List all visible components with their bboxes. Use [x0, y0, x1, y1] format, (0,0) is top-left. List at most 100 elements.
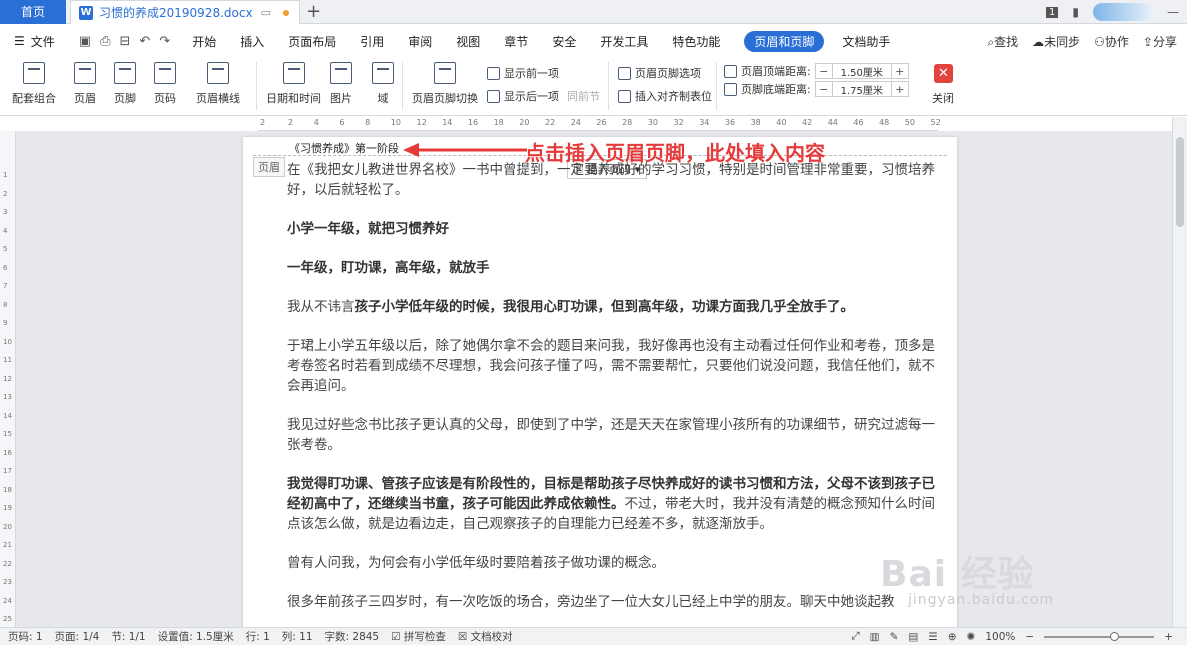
share-button[interactable]: ⇪分享 [1143, 33, 1177, 50]
field-button[interactable]: 域 [372, 62, 394, 106]
prev-icon [487, 66, 500, 80]
ruler-tick: 4 [3, 226, 8, 235]
zoom-slider[interactable] [1044, 631, 1155, 641]
header-line-button[interactable]: 页眉横线 [196, 62, 240, 106]
preview-icon[interactable]: ⊟ [119, 34, 130, 49]
footer-button[interactable]: 页脚 [114, 62, 136, 106]
document-tab[interactable]: W 习惯的养成20190928.docx ▭ [70, 0, 300, 24]
footer-bottom-distance-stepper[interactable]: −1.75厘米 + [814, 81, 909, 97]
ruler-tick: 18 [3, 485, 12, 494]
close-header-footer-label[interactable]: 关闭 [932, 90, 954, 106]
date-time-button[interactable]: 日期和时间 [266, 62, 321, 106]
monitor-icon[interactable]: ▭ [261, 6, 271, 19]
web-view-icon[interactable]: ⊕ [948, 631, 957, 643]
status-section: 节: 1/1 [111, 631, 146, 643]
undo-icon[interactable]: ↶ [139, 34, 150, 49]
file-menu[interactable]: 文件 [31, 33, 55, 50]
spell-check-button[interactable]: ☑ 拼写检查 [391, 629, 446, 644]
heading: 小学一年级，就把习惯养好 [287, 221, 449, 237]
header-footer-options-button[interactable]: 页眉页脚选项 [618, 65, 701, 81]
header-top-distance-stepper[interactable]: −1.50厘米 + [814, 63, 909, 79]
hamburger-icon[interactable]: ☰ [14, 34, 25, 48]
menu-tab-reference[interactable]: 引用 [360, 33, 384, 50]
minus-icon[interactable]: − [816, 65, 832, 78]
redo-icon[interactable]: ↷ [159, 34, 170, 49]
vertical-ruler[interactable]: 1 2 3 4 5 6 7 8 9 10 11 12 13 14 15 16 17 18 19 20 21 22 23 24 2… [0, 131, 16, 627]
zoom-in-icon[interactable]: + [1164, 631, 1173, 643]
menu-tab-insert[interactable]: 插入 [240, 33, 264, 50]
word-doc-icon: W [79, 5, 93, 20]
collab-button[interactable]: ⚇协作 [1094, 33, 1129, 50]
header-footer-switch-button[interactable]: 页眉页脚切换 [412, 62, 478, 106]
menu-tab-security[interactable]: 安全 [552, 33, 576, 50]
ribbon-toolbar: 配套组合 页眉 页脚 页码 页眉横线 日期和时间 图片 域 页眉页脚切换 显示前… [0, 58, 1187, 116]
print-icon[interactable]: ⎙ [100, 34, 110, 49]
ruler-tick: 50 [904, 118, 915, 127]
field-icon [372, 62, 394, 84]
user-avatar[interactable] [1093, 3, 1153, 21]
ruler-tick: 5 [3, 245, 8, 253]
header-text[interactable]: 《习惯养成》第一阶段 [289, 140, 399, 156]
page-number-button[interactable]: 页码 [154, 62, 176, 106]
header-button[interactable]: 页眉 [74, 62, 96, 106]
ruler-tick: 38 [750, 118, 761, 127]
ruler-tick: 8 [3, 300, 8, 309]
window-count-badge[interactable]: 1 [1046, 6, 1059, 18]
zoom-out-icon[interactable]: − [1025, 631, 1034, 643]
sync-button[interactable]: ☁未同步 [1032, 33, 1080, 50]
template-combo-button[interactable]: 配套组合 [12, 62, 56, 106]
ruler-tick: 20 [519, 118, 530, 127]
plus-icon[interactable]: + [892, 65, 908, 78]
show-prev-button[interactable]: 显示前一项 [487, 65, 559, 81]
pen-icon[interactable]: ✎ [890, 631, 899, 643]
ruler-tick: 4 [313, 118, 319, 127]
paragraph: 在《我把女儿教进世界名校》一书中曾提到，一定要养成好的学习习惯，特别是时间管理非… [287, 162, 935, 198]
eye-protect-icon[interactable]: ✺ [967, 631, 976, 643]
menu-tab-header-footer[interactable]: 页眉和页脚 [744, 30, 825, 52]
menu-tab-layout[interactable]: 页面布局 [288, 33, 336, 50]
zoom-slider-handle[interactable] [1110, 631, 1120, 641]
minimize-icon[interactable]: — [1167, 5, 1179, 19]
search-button[interactable]: ⌕查找 [987, 33, 1018, 50]
right-tools: ⌕查找 ☁未同步 ⚇协作 ⇪分享 [987, 24, 1177, 58]
picture-button[interactable]: 图片 [330, 62, 352, 106]
same-as-prev-button[interactable]: 同前节 [567, 88, 600, 104]
read-mode-icon[interactable]: ▥ [870, 631, 880, 643]
fullscreen-icon[interactable]: ⤢ [851, 630, 859, 643]
heading: 一年级，盯功课，高年级，就放手 [287, 260, 490, 276]
menu-tab-chapter[interactable]: 章节 [504, 33, 528, 50]
status-words[interactable]: 字数: 2845 [325, 629, 380, 644]
paragraph: 曾有人问我，为何会有小学低年级时要陪着孩子做功课的概念。 [287, 555, 665, 571]
insert-tab-stop-button[interactable]: 插入对齐制表位 [618, 88, 712, 104]
proofread-button[interactable]: ☒ 文档校对 [458, 629, 513, 644]
window-tile-icon[interactable]: ▮ [1072, 5, 1079, 19]
page-view-icon[interactable]: ▤ [908, 631, 918, 643]
outline-view-icon[interactable]: ☰ [928, 631, 937, 643]
menu-tab-view[interactable]: 视图 [456, 33, 480, 50]
menu-tab-developer[interactable]: 开发工具 [600, 33, 648, 50]
new-tab-button[interactable]: + [306, 0, 321, 24]
zoom-level[interactable]: 100% [985, 631, 1015, 643]
document-body[interactable]: 在《我把女儿教进世界名校》一书中曾提到，一定要养成好的学习习惯，特别是时间管理非… [287, 160, 937, 627]
menu-tab-review[interactable]: 审阅 [408, 33, 432, 50]
status-page: 页面: 1/4 [54, 631, 100, 643]
close-header-footer-icon[interactable]: ✕ [934, 64, 953, 83]
menu-tab-assistant[interactable]: 文档助手 [842, 33, 890, 50]
vertical-scrollbar[interactable] [1172, 117, 1187, 627]
ruler-tick: 15 [3, 430, 12, 438]
show-next-button[interactable]: 显示后一项 [487, 88, 559, 104]
menu-tab-features[interactable]: 特色功能 [672, 33, 720, 50]
horizontal-ruler[interactable]: 2 2 4 6 8 10 12 14 16 18 20 22 24 26 28 30 32 34 36 38 40 42 4… [258, 117, 941, 131]
spell-check-icon: ☑ [391, 631, 404, 643]
save-icon[interactable]: ▣ [79, 34, 91, 49]
document-page[interactable]: 《习惯养成》第一阶段 页眉 ⎘ 插入页码 ▾ 点击插入页眉页脚，此处填入内容 在《我… [243, 137, 957, 627]
watermark-url: jingyan.baidu.com [908, 592, 1055, 608]
ruler-tick: 16 [467, 118, 479, 127]
plus-icon[interactable]: + [892, 83, 908, 96]
ruler-tick: 22 [3, 559, 12, 568]
scrollbar-thumb[interactable] [1176, 137, 1184, 227]
minus-icon[interactable]: − [816, 83, 832, 96]
status-page-code: 页码: 1 [8, 631, 43, 643]
home-tab[interactable]: 首页 [0, 0, 66, 24]
menu-tab-home[interactable]: 开始 [192, 33, 216, 50]
